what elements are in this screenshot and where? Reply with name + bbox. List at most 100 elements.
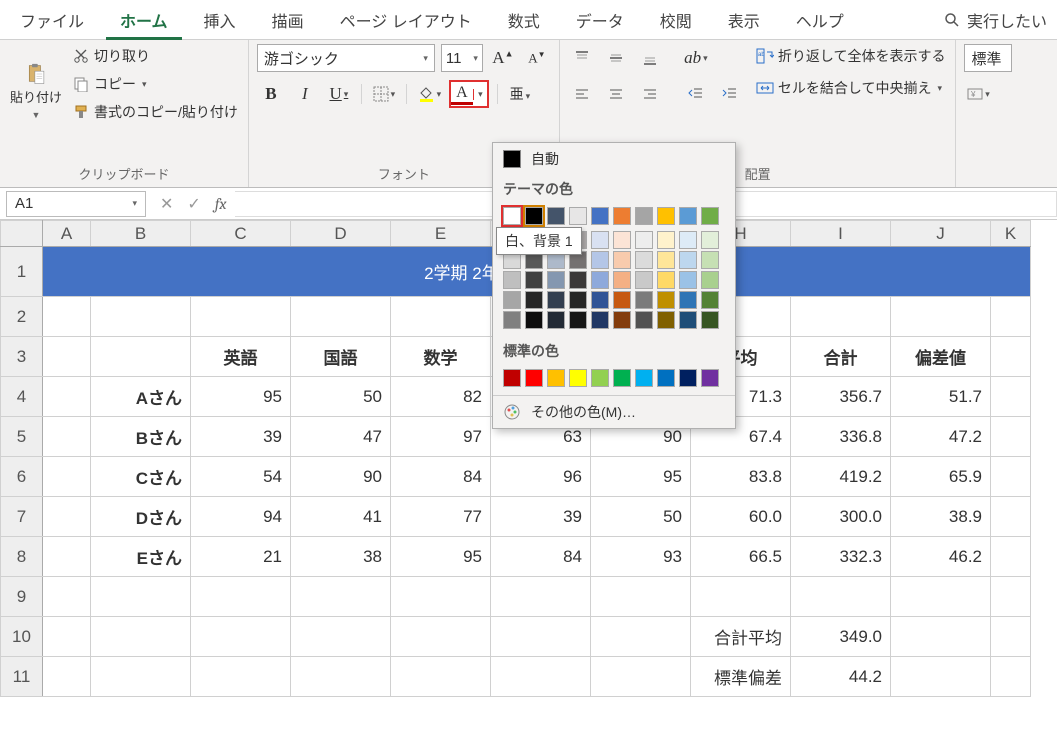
color-swatch[interactable] bbox=[635, 207, 653, 225]
cell[interactable] bbox=[991, 457, 1031, 497]
cell[interactable]: 合計平均 bbox=[691, 617, 791, 657]
row-header[interactable]: 9 bbox=[1, 577, 43, 617]
cell[interactable]: 21 bbox=[191, 537, 291, 577]
row-header[interactable]: 2 bbox=[1, 297, 43, 337]
color-swatch[interactable] bbox=[613, 251, 631, 269]
orientation-button[interactable]: ab▾ bbox=[682, 44, 710, 72]
tab-home[interactable]: ホーム bbox=[106, 0, 182, 40]
color-swatch[interactable] bbox=[701, 231, 719, 249]
align-bottom-button[interactable] bbox=[636, 44, 664, 72]
cell[interactable] bbox=[91, 617, 191, 657]
cell[interactable] bbox=[591, 657, 691, 697]
cell[interactable] bbox=[91, 297, 191, 337]
cell[interactable] bbox=[391, 577, 491, 617]
cell[interactable] bbox=[391, 297, 491, 337]
tab-page-layout[interactable]: ページ レイアウト bbox=[326, 0, 486, 40]
cell[interactable]: 84 bbox=[391, 457, 491, 497]
align-left-button[interactable] bbox=[568, 80, 596, 108]
tab-draw[interactable]: 描画 bbox=[258, 0, 318, 40]
align-top-button[interactable] bbox=[568, 44, 596, 72]
col-header[interactable]: E bbox=[391, 221, 491, 247]
cell[interactable] bbox=[891, 297, 991, 337]
tab-data[interactable]: データ bbox=[562, 0, 638, 40]
italic-button[interactable]: I bbox=[291, 80, 319, 108]
cell[interactable] bbox=[991, 377, 1031, 417]
color-swatch[interactable] bbox=[679, 369, 697, 387]
cell[interactable]: Eさん bbox=[91, 537, 191, 577]
cell[interactable]: 54 bbox=[191, 457, 291, 497]
align-center-button[interactable] bbox=[602, 80, 630, 108]
underline-button[interactable]: U▾ bbox=[325, 80, 353, 108]
color-swatch[interactable] bbox=[503, 311, 521, 329]
cell[interactable] bbox=[991, 617, 1031, 657]
cell[interactable]: 50 bbox=[591, 497, 691, 537]
shrink-font-button[interactable]: A▼ bbox=[523, 44, 551, 72]
color-swatch[interactable] bbox=[547, 369, 565, 387]
color-swatch[interactable] bbox=[701, 251, 719, 269]
cell[interactable] bbox=[191, 657, 291, 697]
color-swatch[interactable] bbox=[591, 231, 609, 249]
cell[interactable]: 356.7 bbox=[791, 377, 891, 417]
row-header[interactable]: 7 bbox=[1, 497, 43, 537]
color-swatch[interactable] bbox=[591, 369, 609, 387]
cell[interactable] bbox=[991, 417, 1031, 457]
cell[interactable] bbox=[991, 337, 1031, 377]
color-swatch[interactable] bbox=[503, 291, 521, 309]
row-header[interactable]: 8 bbox=[1, 537, 43, 577]
align-middle-button[interactable] bbox=[602, 44, 630, 72]
cell[interactable]: 数学 bbox=[391, 337, 491, 377]
cell[interactable] bbox=[43, 337, 91, 377]
cell[interactable]: 93 bbox=[591, 537, 691, 577]
cancel-formula-icon[interactable]: ✕ bbox=[160, 194, 173, 214]
tab-help[interactable]: ヘルプ bbox=[782, 0, 858, 40]
cell[interactable]: 65.9 bbox=[891, 457, 991, 497]
cell[interactable] bbox=[43, 617, 91, 657]
col-header[interactable]: B bbox=[91, 221, 191, 247]
color-swatch[interactable] bbox=[569, 291, 587, 309]
color-swatch[interactable] bbox=[635, 291, 653, 309]
color-swatch[interactable] bbox=[613, 311, 631, 329]
cell[interactable] bbox=[391, 657, 491, 697]
color-swatch[interactable] bbox=[701, 291, 719, 309]
cell[interactable] bbox=[291, 617, 391, 657]
color-swatch[interactable] bbox=[591, 251, 609, 269]
color-swatch[interactable] bbox=[525, 291, 543, 309]
cell[interactable] bbox=[491, 657, 591, 697]
cell[interactable] bbox=[43, 657, 91, 697]
cell[interactable]: 50 bbox=[291, 377, 391, 417]
cell[interactable]: 英語 bbox=[191, 337, 291, 377]
color-swatch[interactable] bbox=[679, 271, 697, 289]
cell[interactable]: Aさん bbox=[91, 377, 191, 417]
cell[interactable] bbox=[991, 497, 1031, 537]
cell[interactable] bbox=[991, 657, 1031, 697]
color-swatch[interactable] bbox=[613, 291, 631, 309]
cell[interactable]: 77 bbox=[391, 497, 491, 537]
color-swatch[interactable] bbox=[635, 271, 653, 289]
tab-insert[interactable]: 挿入 bbox=[190, 0, 250, 40]
cell[interactable] bbox=[891, 577, 991, 617]
cell[interactable] bbox=[43, 537, 91, 577]
color-swatch[interactable] bbox=[613, 231, 631, 249]
cut-button[interactable]: 切り取り bbox=[70, 44, 240, 68]
cell[interactable]: 336.8 bbox=[791, 417, 891, 457]
color-swatch[interactable] bbox=[657, 311, 675, 329]
cell[interactable]: 332.3 bbox=[791, 537, 891, 577]
col-header[interactable]: J bbox=[891, 221, 991, 247]
cell[interactable] bbox=[391, 617, 491, 657]
cell[interactable]: 46.2 bbox=[891, 537, 991, 577]
color-swatch[interactable] bbox=[635, 251, 653, 269]
font-color-button[interactable]: A ▾ bbox=[449, 80, 489, 108]
cell[interactable] bbox=[43, 497, 91, 537]
cell[interactable]: 47 bbox=[291, 417, 391, 457]
cell[interactable] bbox=[491, 617, 591, 657]
cell[interactable] bbox=[191, 577, 291, 617]
cell[interactable] bbox=[91, 657, 191, 697]
name-box[interactable]: A1 ▾ bbox=[6, 191, 146, 217]
cell[interactable]: 44.2 bbox=[791, 657, 891, 697]
color-swatch[interactable] bbox=[701, 207, 719, 225]
tab-view[interactable]: 表示 bbox=[714, 0, 774, 40]
color-swatch[interactable] bbox=[613, 369, 631, 387]
cell[interactable]: Dさん bbox=[91, 497, 191, 537]
cell[interactable] bbox=[43, 577, 91, 617]
row-header[interactable]: 10 bbox=[1, 617, 43, 657]
